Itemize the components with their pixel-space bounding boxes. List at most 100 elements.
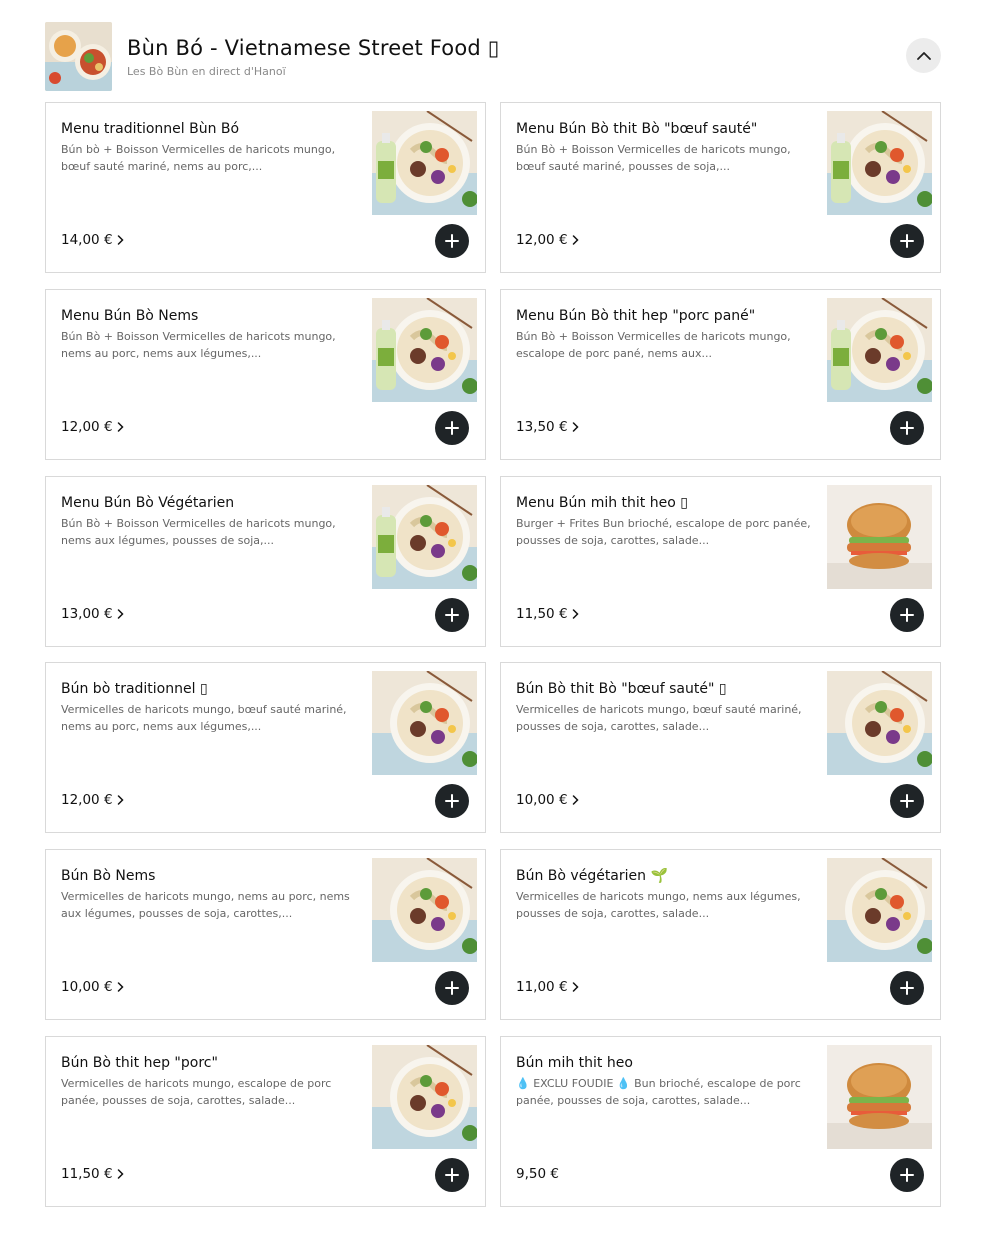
menu-item-price-row: 11,50 € (61, 1166, 124, 1182)
menu-item-card[interactable]: Bún Bò Nems Vermicelles de haricots mungo… (45, 849, 486, 1020)
menu-item-card[interactable]: Bún bò traditionnel ▯ Vermicelles de hari… (45, 662, 486, 833)
menu-item-price-row: 14,00 € (61, 232, 124, 248)
menu-item-card[interactable]: Bún Bò thit hep "porc" Vermicelles de har… (45, 1036, 486, 1207)
menu-item-card[interactable]: Menu traditionnel Bùn Bó Bún bò + Boisson… (45, 102, 486, 273)
chevron-right-icon (572, 795, 579, 805)
menu-item-price: 12,00 € (516, 232, 568, 248)
menu-item-name: Menu traditionnel Bùn Bó (61, 121, 240, 137)
menu-item-card[interactable]: Bún Bò végétarien 🌱 Vermicelles de harico… (500, 849, 941, 1020)
add-to-cart-button[interactable] (435, 598, 469, 632)
menu-item-card[interactable]: Menu Bún Bò Nems Bún Bò + Boisson Vermice… (45, 289, 486, 460)
menu-item-price-row: 9,50 € (516, 1166, 559, 1182)
menu-item-card[interactable]: Menu Bún Bò thit hep "porc pané" Bún Bò +… (500, 289, 941, 460)
menu-item-name: Menu Bún Bò thit hep "porc pané" (516, 308, 756, 324)
menu-item-price: 9,50 € (516, 1166, 559, 1182)
add-to-cart-button[interactable] (890, 784, 924, 818)
menu-item-photo (827, 671, 932, 775)
menu-item-name: Bún bò traditionnel ▯ (61, 681, 208, 697)
menu-item-card[interactable]: Menu Bún Bò thit Bò "bœuf sauté" Bún Bò +… (500, 102, 941, 273)
plus-icon (900, 234, 914, 248)
add-to-cart-button[interactable] (890, 224, 924, 258)
add-to-cart-button[interactable] (435, 411, 469, 445)
add-to-cart-button[interactable] (435, 971, 469, 1005)
plus-icon (900, 794, 914, 808)
menu-item-price-row: 13,50 € (516, 419, 579, 435)
chevron-right-icon (117, 235, 124, 245)
menu-item-price: 13,50 € (516, 419, 568, 435)
menu-item-price-row: 10,00 € (516, 792, 579, 808)
chevron-right-icon (117, 422, 124, 432)
chevron-right-icon (572, 235, 579, 245)
add-to-cart-button[interactable] (890, 598, 924, 632)
menu-item-description: Vermicelles de haricots mungo, bœuf saut… (61, 703, 347, 733)
menu-item-price: 10,00 € (61, 979, 113, 995)
menu-item-description: Burger + Frites Bun brioché, escalope de… (516, 517, 811, 547)
menu-item-photo (372, 858, 477, 962)
menu-item-price-row: 12,00 € (516, 232, 579, 248)
menu-item-photo (827, 1045, 932, 1149)
menu-item-name: Menu Bún mih thit heo ▯ (516, 495, 688, 511)
menu-item-name: Menu Bún Bò Nems (61, 308, 199, 324)
menu-item-card[interactable]: Menu Bún mih thit heo ▯ Burger + Frites B… (500, 476, 941, 647)
menu-item-name: Bún Bò thit hep "porc" (61, 1055, 218, 1071)
menu-item-description: Bún Bò + Boisson Vermicelles de haricots… (516, 330, 791, 360)
add-to-cart-button[interactable] (890, 1158, 924, 1192)
menu-item-price: 12,00 € (61, 792, 113, 808)
menu-item-photo (372, 298, 477, 402)
menu-item-photo (827, 298, 932, 402)
menu-item-description: Vermicelles de haricots mungo, nems au p… (61, 890, 350, 920)
add-to-cart-button[interactable] (890, 971, 924, 1005)
plus-icon (445, 421, 459, 435)
chevron-right-icon (572, 422, 579, 432)
chevron-right-icon (572, 609, 579, 619)
restaurant-subtitle: Les Bò Bùn en direct d'Hanoï (127, 65, 286, 78)
menu-item-price: 11,00 € (516, 979, 568, 995)
menu-item-price: 13,00 € (61, 606, 113, 622)
menu-item-description: Bún Bò + Boisson Vermicelles de haricots… (61, 517, 336, 547)
menu-item-photo (827, 485, 932, 589)
menu-item-photo (372, 1045, 477, 1149)
plus-icon (900, 608, 914, 622)
menu-item-description: Vermicelles de haricots mungo, nems aux … (516, 890, 801, 920)
menu-item-price: 10,00 € (516, 792, 568, 808)
menu-item-name: Bún Bò thit Bò "bœuf sauté" ▯ (516, 681, 727, 697)
chevron-right-icon (117, 1169, 124, 1179)
menu-item-card[interactable]: Bún Bò thit Bò "bœuf sauté" ▯ Vermicelles… (500, 662, 941, 833)
menu-item-photo (372, 671, 477, 775)
plus-icon (900, 1168, 914, 1182)
menu-item-price-row: 11,00 € (516, 979, 579, 995)
menu-item-price: 12,00 € (61, 419, 113, 435)
menu-item-price-row: 11,50 € (516, 606, 579, 622)
menu-item-price: 11,50 € (61, 1166, 113, 1182)
add-to-cart-button[interactable] (890, 411, 924, 445)
menu-item-description: Bún bò + Boisson Vermicelles de haricots… (61, 143, 336, 173)
chevron-right-icon (117, 609, 124, 619)
add-to-cart-button[interactable] (435, 784, 469, 818)
menu-item-name: Menu Bún Bò thit Bò "bœuf sauté" (516, 121, 758, 137)
menu-item-card[interactable]: Menu Bún Bò Végétarien Bún Bò + Boisson V… (45, 476, 486, 647)
add-to-cart-button[interactable] (435, 1158, 469, 1192)
menu-item-description: Vermicelles de haricots mungo, bœuf saut… (516, 703, 802, 733)
plus-icon (445, 794, 459, 808)
menu-item-card[interactable]: Bún mih thit heo 💧 EXCLU FOUDIE 💧 Bun bri… (500, 1036, 941, 1207)
menu-item-photo (827, 111, 932, 215)
menu-item-price: 14,00 € (61, 232, 113, 248)
collapse-button[interactable] (906, 38, 941, 73)
menu-item-price-row: 13,00 € (61, 606, 124, 622)
menu-item-name: Bún mih thit heo (516, 1055, 633, 1071)
menu-item-price-row: 12,00 € (61, 792, 124, 808)
menu-item-description: Bún Bò + Boisson Vermicelles de haricots… (61, 330, 336, 360)
menu-item-name: Bún Bò végétarien 🌱 (516, 868, 668, 884)
restaurant-header: Bùn Bó - Vietnamese Street Food ▯ Les Bò… (45, 22, 941, 92)
add-to-cart-button[interactable] (435, 224, 469, 258)
plus-icon (445, 1168, 459, 1182)
menu-item-price-row: 12,00 € (61, 419, 124, 435)
menu-item-price-row: 10,00 € (61, 979, 124, 995)
chevron-up-icon (916, 52, 931, 60)
menu-item-name: Menu Bún Bò Végétarien (61, 495, 235, 511)
menu-item-photo (372, 111, 477, 215)
plus-icon (900, 421, 914, 435)
restaurant-logo (45, 22, 112, 91)
restaurant-title: Bùn Bó - Vietnamese Street Food ▯ (127, 36, 500, 60)
menu-item-photo (827, 858, 932, 962)
